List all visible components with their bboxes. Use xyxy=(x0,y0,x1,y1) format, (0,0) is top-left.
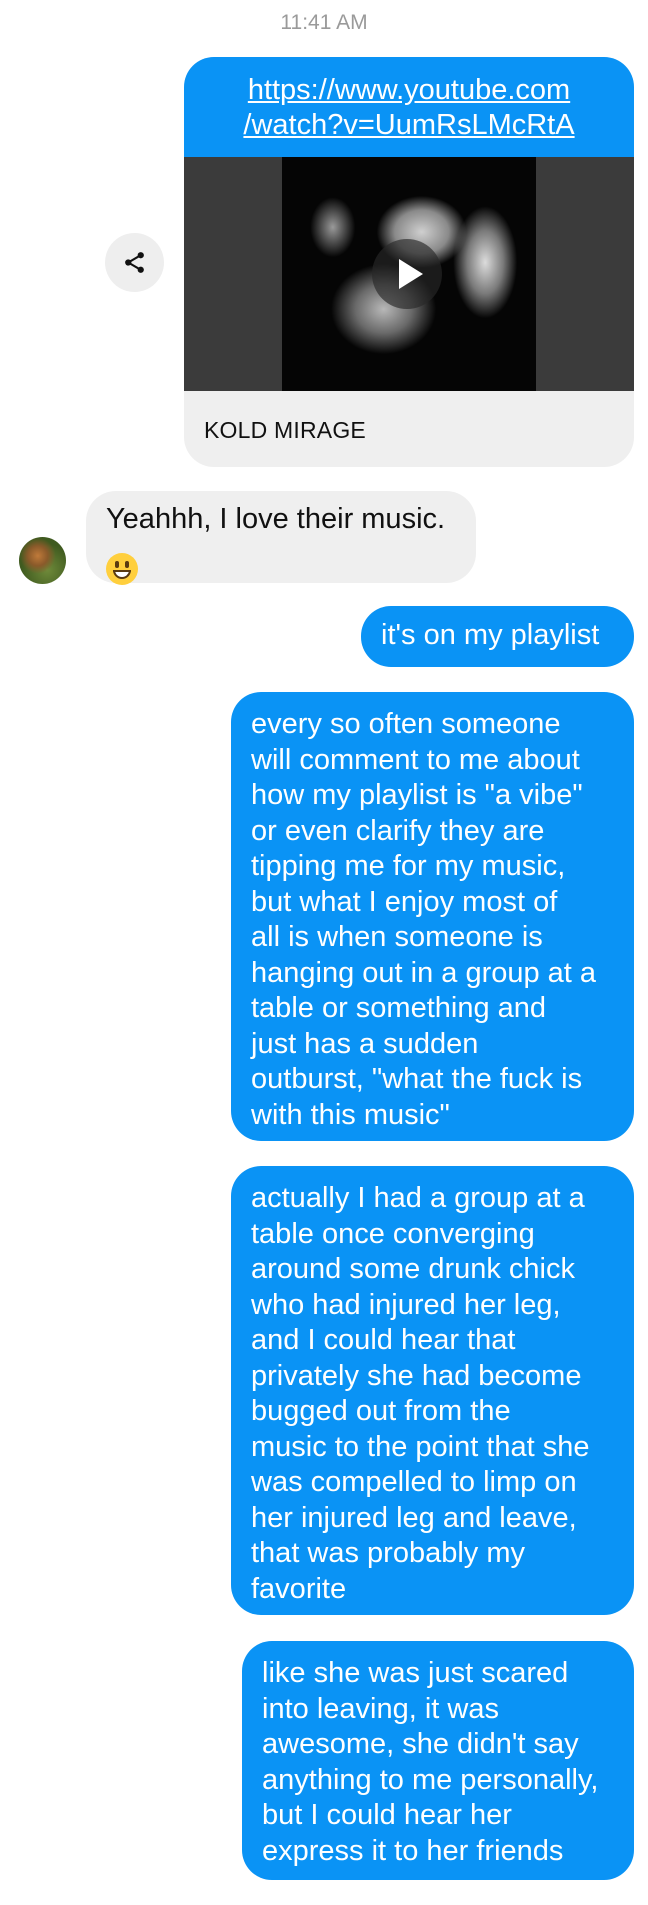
message-line: and I could hear that xyxy=(251,1324,516,1356)
shared-link-url-line2[interactable]: /watch?v=UumRsLMcRtA xyxy=(204,108,614,143)
message-line: outburst, "what the fuck is xyxy=(251,1063,583,1095)
message-line: privately she had become xyxy=(251,1359,582,1392)
shared-link-url-line1[interactable]: https://www.youtube.com xyxy=(204,73,614,108)
message-line: anything to me personally, xyxy=(262,1763,599,1796)
message-text: it's on my playlist xyxy=(381,619,600,651)
message-line: or even clarify they are xyxy=(251,814,545,847)
message-line: how my playlist is "a vibe" xyxy=(251,779,583,811)
message-line: her injured leg and leave, xyxy=(251,1501,577,1534)
message-line: was compelled to limp on xyxy=(251,1466,577,1498)
message-line: will comment to me about xyxy=(251,743,580,776)
message-line: table or something and xyxy=(251,992,547,1024)
shared-link-title[interactable]: KOLD MIRAGE xyxy=(184,391,634,444)
play-icon[interactable] xyxy=(372,239,442,309)
message-line: tipping me for my music, xyxy=(251,850,566,882)
video-preview[interactable] xyxy=(184,157,634,391)
message-line: table once converging xyxy=(251,1217,535,1250)
message-line: bugged out from the xyxy=(251,1395,511,1427)
message-bubble-incoming[interactable]: Yeahhh, I love their music. 😀 xyxy=(86,491,476,585)
message-line: express it to her friends xyxy=(262,1834,564,1867)
grinning-face-emoji-icon: 😀 xyxy=(106,552,138,585)
message-line: favorite xyxy=(251,1572,347,1605)
message-line: with this music" xyxy=(251,1098,450,1131)
message-line: every so often someone xyxy=(251,708,561,740)
share-button[interactable] xyxy=(105,233,164,292)
message-bubble-outgoing[interactable]: actually I had a group at a table once c… xyxy=(231,1166,634,1615)
message-line: but I could hear her xyxy=(262,1799,512,1831)
contact-avatar[interactable] xyxy=(19,537,66,584)
shared-link-url[interactable]: https://www.youtube.com /watch?v=UumRsLM… xyxy=(184,57,634,157)
message-line: just has a sudden xyxy=(251,1027,479,1060)
message-line: that was probably my xyxy=(251,1537,526,1569)
message-line: all is when someone is xyxy=(251,921,543,953)
message-line: like she was just scared xyxy=(262,1657,569,1689)
message-line: music to the point that she xyxy=(251,1430,590,1463)
message-line: actually I had a group at a xyxy=(251,1182,585,1214)
message-line: awesome, she didn't say xyxy=(262,1728,579,1760)
message-line: but what I enjoy most of xyxy=(251,885,558,918)
message-text: Yeahhh, I love their music. xyxy=(106,503,446,535)
message-bubble-outgoing[interactable]: like she was just scared into leaving, i… xyxy=(242,1641,634,1880)
message-line: into leaving, it was xyxy=(262,1692,499,1725)
shared-link-card[interactable]: https://www.youtube.com /watch?v=UumRsLM… xyxy=(184,57,634,467)
message-timestamp: 11:41 AM xyxy=(280,11,368,34)
share-icon xyxy=(125,252,144,273)
message-bubble-outgoing[interactable]: every so often someone will comment to m… xyxy=(231,692,634,1141)
message-line: hanging out in a group at a xyxy=(251,956,597,989)
message-line: who had injured her leg, xyxy=(251,1288,561,1321)
message-bubble-outgoing[interactable]: it's on my playlist xyxy=(361,606,634,667)
message-line: around some drunk chick xyxy=(251,1253,575,1285)
